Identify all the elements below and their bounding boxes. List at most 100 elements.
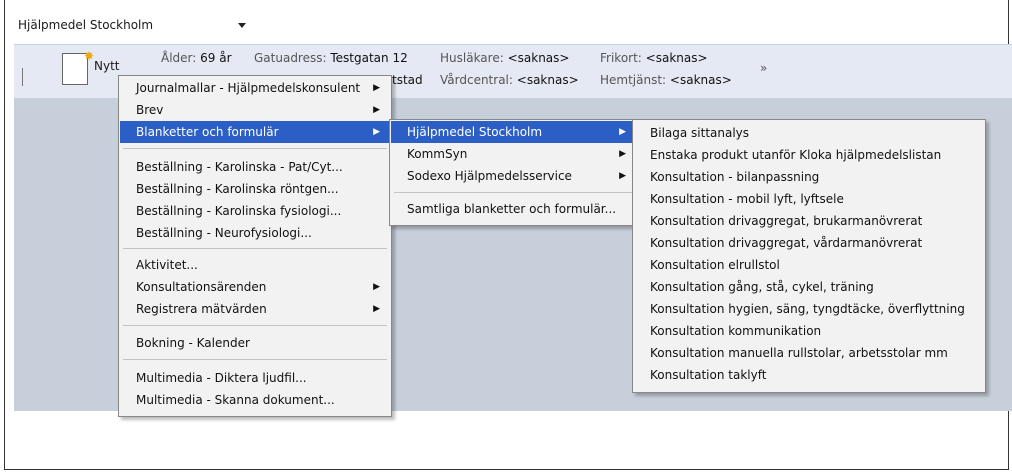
street-info: Gatuadress: Testgatan 12 — [254, 51, 408, 65]
organization-select-value: Hjälpmedel Stockholm — [18, 18, 154, 32]
menu-item-label: Konsultation kommunikation — [650, 324, 822, 338]
frikort-info: Frikort: <saknas> — [600, 51, 708, 65]
menu-item-label: Beställning - Karolinska röntgen... — [136, 182, 339, 196]
dropdown-arrow-icon[interactable] — [238, 23, 246, 28]
menu-item-registrera-matvarden[interactable]: Registrera mätvärden ▶ — [120, 298, 390, 320]
menu-item-label: Journalmallar - Hjälpmedelskonsulent — [136, 81, 361, 95]
submenu-arrow-icon: ▶ — [373, 105, 380, 115]
submenu-arrow-icon: ▶ — [373, 83, 380, 93]
menu-item-label: Beställning - Karolinska - Pat/Cyt... — [136, 160, 343, 174]
menu-item-sodexo[interactable]: Sodexo Hjälpmedelsservice ▶ — [391, 165, 636, 187]
menu-item-bestallning-neurofysiologi[interactable]: Beställning - Neurofysiologi... — [120, 222, 390, 244]
menu-item-label: Konsultation taklyft — [650, 368, 767, 382]
menu-item-bokning-kalender[interactable]: Bokning - Kalender — [120, 332, 390, 354]
submenu-blanketter: Hjälpmedel Stockholm ▶ KommSyn ▶ Sodexo Hj… — [389, 119, 638, 226]
menu-item-label: Konsultation elrullstol — [650, 258, 780, 272]
menu-item-label: Aktivitet... — [136, 258, 198, 272]
menu-item-label: Konsultationsärenden — [136, 280, 267, 294]
menu-item-diktera-ljudfil[interactable]: Multimedia - Diktera ljudfil... — [120, 367, 390, 389]
menu-item-drivaggregat-brukar[interactable]: Konsultation drivaggregat, brukarmanövre… — [634, 210, 984, 232]
menu-item-label: Samtliga blanketter och formulär... — [407, 202, 617, 216]
new-button-label: Nytt — [94, 59, 120, 73]
menu-separator — [123, 325, 387, 326]
center-info: Vårdcentral: <saknas> — [440, 73, 579, 87]
menu-item-bestallning-rontgen[interactable]: Beställning - Karolinska röntgen... — [120, 178, 390, 200]
street-label: Gatuadress: — [254, 51, 327, 65]
menu-item-mobil-lyft[interactable]: Konsultation - mobil lyft, lyftsele — [634, 188, 984, 210]
age-info: Ålder: 69 år — [161, 51, 232, 65]
menu-item-brev[interactable]: Brev ▶ — [120, 99, 390, 121]
menu-item-label: Konsultation manuella rullstolar, arbets… — [650, 346, 948, 360]
double-chevron-down-icon[interactable]: » — [760, 61, 767, 75]
menu-item-label: Beställning - Neurofysiologi... — [136, 226, 312, 240]
menu-separator — [123, 359, 387, 360]
menu-item-bilanpassning[interactable]: Konsultation - bilanpassning — [634, 166, 984, 188]
menu-item-label: Konsultation drivaggregat, brukarmanövre… — [650, 214, 923, 228]
center-label: Vårdcentral: — [440, 73, 513, 87]
menu-item-samtliga-blanketter[interactable]: Samtliga blanketter och formulär... — [391, 198, 636, 220]
menu-item-label: Hjälpmedel Stockholm — [407, 125, 543, 139]
menu-item-hjalpmedel-stockholm[interactable]: Hjälpmedel Stockholm ▶ — [391, 121, 636, 143]
submenu-arrow-icon: ▶ — [619, 149, 626, 159]
home-care-label: Hemtjänst: — [600, 73, 667, 87]
gp-info: Husläkare: <saknas> — [440, 51, 569, 65]
menu-item-label: Bokning - Kalender — [136, 336, 250, 350]
menu-item-enstaka-produkt[interactable]: Enstaka produkt utanför Kloka hjälpmedel… — [634, 144, 984, 166]
menu-item-taklyft[interactable]: Konsultation taklyft — [634, 364, 984, 386]
menu-item-bilaga-sittanalys[interactable]: Bilaga sittanalys — [634, 122, 984, 144]
menu-item-aktivitet[interactable]: Aktivitet... — [120, 254, 390, 276]
home-care-value: <saknas> — [669, 73, 732, 87]
gp-label: Husläkare: — [440, 51, 504, 65]
menu-item-label: Konsultation drivaggregat, vårdarmanövre… — [650, 236, 923, 250]
menu-item-label: Konsultation - bilanpassning — [650, 170, 820, 184]
menu-separator — [123, 248, 387, 249]
center-value: <saknas> — [516, 73, 579, 87]
menu-item-elrullstol[interactable]: Konsultation elrullstol — [634, 254, 984, 276]
menu-item-gang-sta[interactable]: Konsultation gång, stå, cykel, träning — [634, 276, 984, 298]
city-info: tstad — [392, 73, 423, 87]
context-menu-main: Journalmallar - Hjälpmedelskonsulent ▶ Br… — [118, 75, 392, 417]
menu-item-label: Konsultation hygien, säng, tyngdtäcke, ö… — [650, 302, 965, 316]
menu-item-bestallning-patcyt[interactable]: Beställning - Karolinska - Pat/Cyt... — [120, 156, 390, 178]
submenu-arrow-icon: ▶ — [619, 127, 626, 137]
menu-item-label: Multimedia - Diktera ljudfil... — [136, 371, 307, 385]
frikort-label: Frikort: — [600, 51, 642, 65]
menu-item-kommsyn[interactable]: KommSyn ▶ — [391, 143, 636, 165]
menu-item-label: Enstaka produkt utanför Kloka hjälpmedel… — [650, 148, 942, 162]
menu-item-label: Registrera mätvärden — [136, 302, 267, 316]
menu-item-skanna-dokument[interactable]: Multimedia - Skanna dokument... — [120, 389, 390, 411]
submenu-arrow-icon: ▶ — [373, 127, 380, 137]
organization-select[interactable]: Hjälpmedel Stockholm — [18, 14, 247, 36]
age-value: 69 år — [200, 51, 232, 65]
menu-item-bestallning-fysiologi[interactable]: Beställning - Karolinska fysiologi... — [120, 200, 390, 222]
street-value: Testgatan 12 — [330, 51, 408, 65]
gp-value: <saknas> — [507, 51, 570, 65]
menu-item-konsultationsarenden[interactable]: Konsultationsärenden ▶ — [120, 276, 390, 298]
menu-item-label: Brev — [136, 103, 164, 117]
menu-item-label: Beställning - Karolinska fysiologi... — [136, 204, 342, 218]
menu-item-hygien-sang[interactable]: Konsultation hygien, säng, tyngdtäcke, ö… — [634, 298, 984, 320]
menu-item-label: Bilaga sittanalys — [650, 126, 750, 140]
home-care-info: Hemtjänst: <saknas> — [600, 73, 732, 87]
menu-item-drivaggregat-vardar[interactable]: Konsultation drivaggregat, vårdarmanövre… — [634, 232, 984, 254]
menu-item-label: Multimedia - Skanna dokument... — [136, 393, 335, 407]
submenu-arrow-icon: ▶ — [373, 304, 380, 314]
menu-item-label: Konsultation - mobil lyft, lyftsele — [650, 192, 844, 206]
submenu-hjalpmedel-stockholm: Bilaga sittanalys Enstaka produkt utanfö… — [632, 119, 986, 393]
city-value: tstad — [392, 73, 423, 87]
submenu-arrow-icon: ▶ — [619, 171, 626, 181]
frikort-value: <saknas> — [645, 51, 708, 65]
menu-item-journalmallar[interactable]: Journalmallar - Hjälpmedelskonsulent ▶ — [120, 77, 390, 99]
menu-item-kommunikation[interactable]: Konsultation kommunikation — [634, 320, 984, 342]
submenu-arrow-icon: ▶ — [373, 282, 380, 292]
menu-item-label: Blanketter och formulär — [136, 125, 279, 139]
menu-item-label: KommSyn — [407, 147, 468, 161]
age-label: Ålder: — [161, 51, 197, 65]
menu-item-manuella-rullstolar[interactable]: Konsultation manuella rullstolar, arbets… — [634, 342, 984, 364]
toolbar-separator — [22, 68, 23, 86]
menu-item-label: Konsultation gång, stå, cykel, träning — [650, 280, 874, 294]
menu-separator — [394, 192, 633, 193]
new-button[interactable]: ✸ Nytt — [58, 49, 120, 91]
menu-item-blanketter[interactable]: Blanketter och formulär ▶ — [120, 121, 390, 143]
new-star-icon: ✸ — [84, 49, 95, 63]
